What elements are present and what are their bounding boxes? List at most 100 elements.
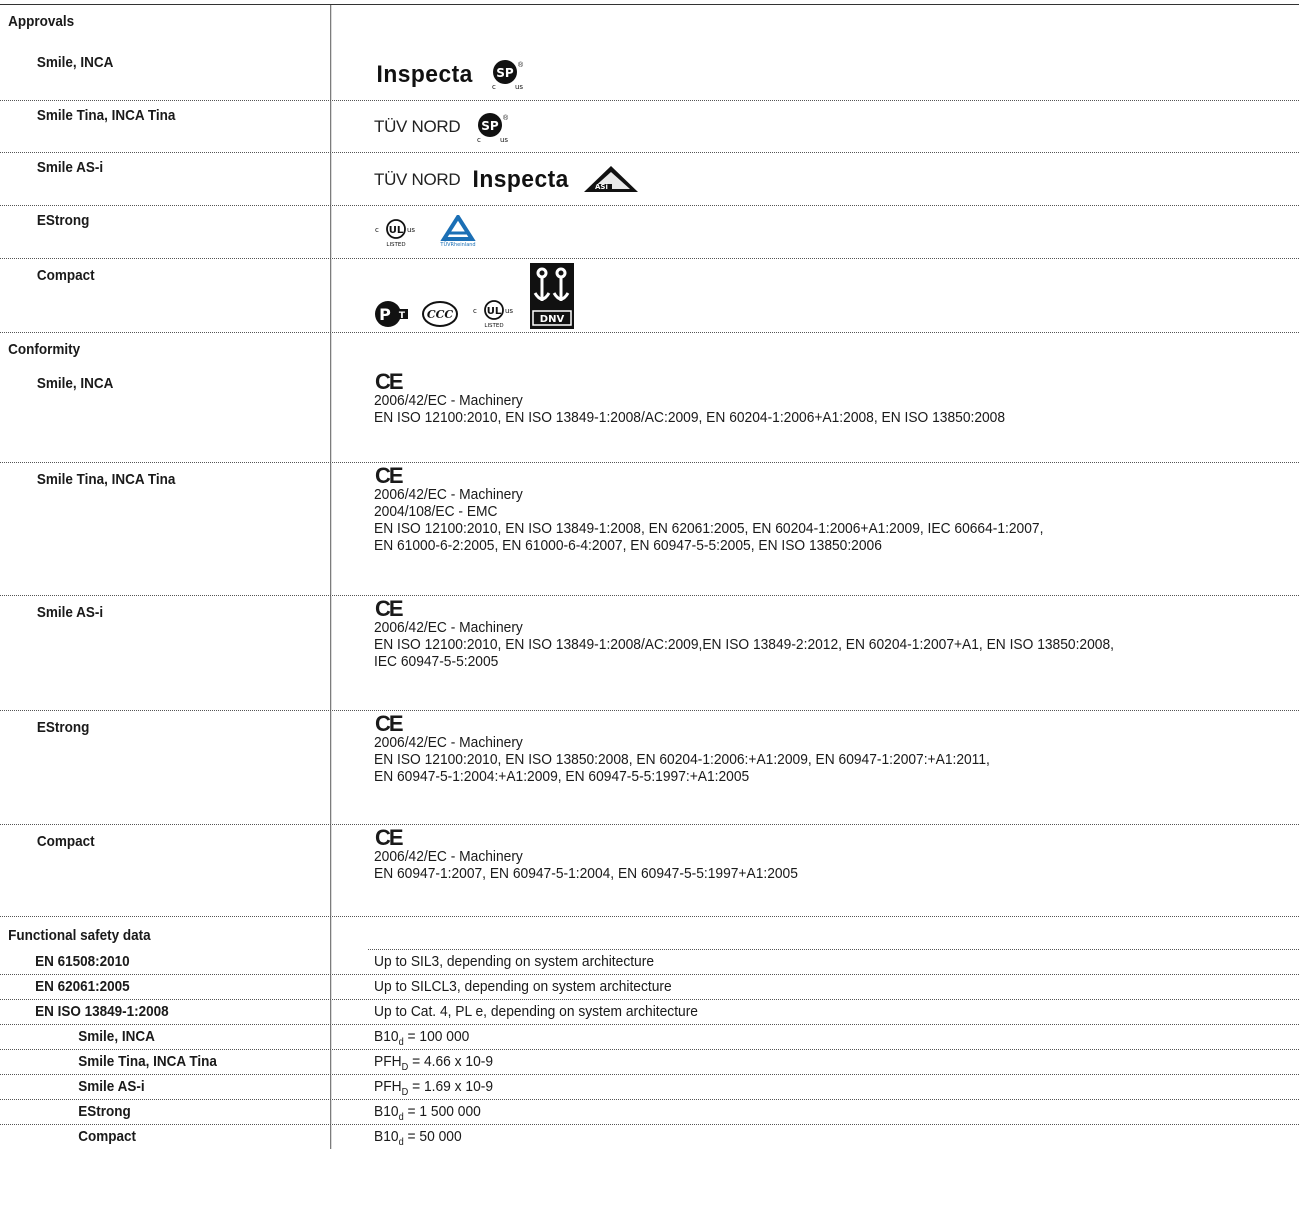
row-label: Smile Tina, INCA Tina — [36, 471, 176, 488]
safety-product-row: Smile, INCA B10d = 100 000 — [0, 1025, 1299, 1050]
ce-mark-icon: CE — [375, 825, 404, 850]
standards-line: EN 60947-1:2007, EN 60947-5-1:2004, EN 6… — [374, 865, 798, 882]
svg-text:c: c — [473, 307, 477, 315]
svg-text:T: T — [399, 311, 406, 321]
row-label: Compact — [36, 267, 95, 284]
specification-table: Approvals Smile, INCA Inspecta SP c us ®… — [0, 4, 1299, 1149]
row-value: Up to Cat. 4, PL e, depending on system … — [374, 1003, 698, 1020]
row-label: EN ISO 13849-1:2008 — [35, 1003, 169, 1020]
csa-us-mark-icon: SP c us ® — [492, 60, 524, 91]
row-label: Smile AS-i — [36, 604, 104, 621]
conformity-row-smile-inca: Smile, INCA CE 2006/42/EC - Machinery EN… — [0, 369, 1299, 463]
conformity-row-compact: Compact CE 2006/42/EC - Machinery EN 609… — [0, 825, 1299, 917]
row-label: Smile, INCA — [36, 54, 114, 71]
standards-line: EN 61000-6-2:2005, EN 61000-6-4:2007, EN… — [374, 537, 882, 554]
standards-line: EN ISO 12100:2010, EN ISO 13849-1:2008/A… — [374, 636, 1114, 653]
row-label: Smile, INCA — [78, 1028, 155, 1045]
approvals-section-header: Approvals — [0, 5, 1299, 48]
approval-row-estrong: EStrong c UL us LISTED TÜVRheinland — [0, 206, 1299, 259]
ul-listed-mark-icon: c UL us LISTED — [375, 219, 415, 248]
conformity-row-estrong: EStrong CE 2006/42/EC - Machinery EN ISO… — [0, 711, 1299, 825]
row-value: B10d = 50 000 — [374, 1128, 462, 1148]
tuv-nord-logo: TÜV NORD — [374, 169, 461, 189]
asi-triangle-mark-icon: ASi — [583, 166, 638, 192]
row-value: Up to SILCL3, depending on system archit… — [374, 978, 672, 995]
svg-text:UL: UL — [487, 306, 502, 317]
row-label: EStrong — [36, 212, 90, 229]
svg-text:SP: SP — [482, 119, 500, 133]
svg-text:c: c — [375, 226, 379, 234]
safety-product-row: EStrong B10d = 1 500 000 — [0, 1100, 1299, 1125]
conformity-row-smile-tina: Smile Tina, INCA Tina CE 2006/42/EC - Ma… — [0, 463, 1299, 596]
svg-text:c: c — [492, 83, 496, 91]
svg-text:c: c — [477, 136, 481, 144]
section-title: Conformity — [8, 341, 81, 358]
ul-listed-mark-icon: c UL us LISTED — [473, 300, 513, 329]
row-label: Smile Tina, INCA Tina — [36, 107, 176, 124]
standards-line: IEC 60947-5-5:2005 — [374, 653, 499, 670]
row-label: Compact — [78, 1128, 137, 1145]
ccc-mark-icon: CCC — [422, 301, 458, 327]
row-label: Smile AS-i — [36, 159, 104, 176]
dnv-mark-icon: DNV — [530, 263, 574, 329]
conformity-row-smile-asi: Smile AS-i CE 2006/42/EC - Machinery EN … — [0, 596, 1299, 711]
svg-text:us: us — [500, 136, 508, 144]
csa-us-mark-icon: SP c us ® — [477, 112, 509, 144]
ce-mark-icon: CE — [375, 711, 404, 736]
row-value: Up to SIL3, depending on system architec… — [374, 953, 654, 970]
gost-r-mark-icon: P T — [375, 301, 408, 327]
svg-text:SP: SP — [497, 66, 515, 80]
directive-line: 2004/108/EC - EMC — [374, 503, 498, 520]
directive-line: 2006/42/EC - Machinery — [374, 486, 523, 503]
row-label: EStrong — [36, 719, 90, 736]
svg-text:DNV: DNV — [540, 314, 565, 325]
safety-product-row: Smile AS-i PFHD = 1.69 x 10-9 — [0, 1075, 1299, 1100]
tuv-nord-logo: TÜV NORD — [374, 117, 461, 136]
svg-text:us: us — [515, 83, 523, 91]
tuv-rheinland-mark-icon: TÜVRheinland — [439, 215, 476, 248]
ce-mark-icon: CE — [375, 463, 404, 488]
safety-standard-row: EN 61508:2010 Up to SIL3, depending on s… — [0, 950, 1299, 975]
svg-text:P: P — [379, 305, 391, 324]
safety-product-row: Compact B10d = 50 000 — [0, 1125, 1299, 1149]
row-label: EN 62061:2005 — [35, 978, 130, 995]
ce-mark-icon: CE — [375, 596, 404, 621]
standards-line: EN ISO 12100:2010, EN ISO 13849-1:2008/A… — [374, 409, 1006, 426]
row-label: Smile AS-i — [78, 1078, 145, 1095]
functional-safety-section-header: Functional safety data — [0, 917, 1299, 950]
row-label: Compact — [36, 833, 95, 850]
directive-line: 2006/42/EC - Machinery — [374, 848, 523, 865]
row-label: Smile, INCA — [36, 375, 114, 392]
svg-text:UL: UL — [389, 225, 404, 236]
directive-line: 2006/42/EC - Machinery — [374, 392, 523, 409]
directive-line: 2006/42/EC - Machinery — [374, 734, 523, 751]
svg-text:ASi: ASi — [595, 183, 608, 191]
svg-text:®: ® — [503, 114, 509, 122]
approval-row-smile-asi: Smile AS-i TÜV NORD Inspecta ASi — [0, 153, 1299, 206]
svg-text:®: ® — [518, 61, 524, 69]
directive-line: 2006/42/EC - Machinery — [374, 619, 523, 636]
svg-text:LISTED: LISTED — [484, 323, 503, 329]
conformity-section-header: Conformity — [0, 333, 1299, 369]
safety-standard-row: EN 62061:2005 Up to SILCL3, depending on… — [0, 975, 1299, 1000]
safety-product-row: Smile Tina, INCA Tina PFHD = 4.66 x 10-9 — [0, 1050, 1299, 1075]
row-label: EStrong — [78, 1103, 131, 1120]
approval-row-smile-tina: Smile Tina, INCA Tina TÜV NORD SP c us ® — [0, 101, 1299, 153]
row-label: Smile Tina, INCA Tina — [78, 1053, 217, 1070]
svg-text:us: us — [505, 307, 513, 315]
section-title: Functional safety data — [8, 927, 151, 944]
ce-mark-icon: CE — [375, 369, 404, 394]
svg-text:us: us — [407, 226, 415, 234]
svg-text:LISTED: LISTED — [386, 242, 405, 248]
svg-text:CCC: CCC — [427, 308, 454, 321]
approval-row-compact: Compact P T CCC c UL us LISTED DNV — [0, 259, 1299, 333]
standards-line: EN 60947-5-1:2004:+A1:2009, EN 60947-5-5… — [374, 768, 750, 785]
standards-line: EN ISO 12100:2010, EN ISO 13850:2008, EN… — [374, 751, 990, 768]
inspecta-logo: Inspecta — [472, 165, 570, 193]
safety-standard-row: EN ISO 13849-1:2008 Up to Cat. 4, PL e, … — [0, 1000, 1299, 1025]
standards-line: EN ISO 12100:2010, EN ISO 13849-1:2008, … — [374, 520, 1044, 537]
section-title: Approvals — [8, 13, 75, 30]
inspecta-logo: Inspecta — [376, 60, 473, 88]
row-label: EN 61508:2010 — [35, 953, 130, 970]
svg-text:TÜVRheinland: TÜVRheinland — [439, 241, 475, 248]
